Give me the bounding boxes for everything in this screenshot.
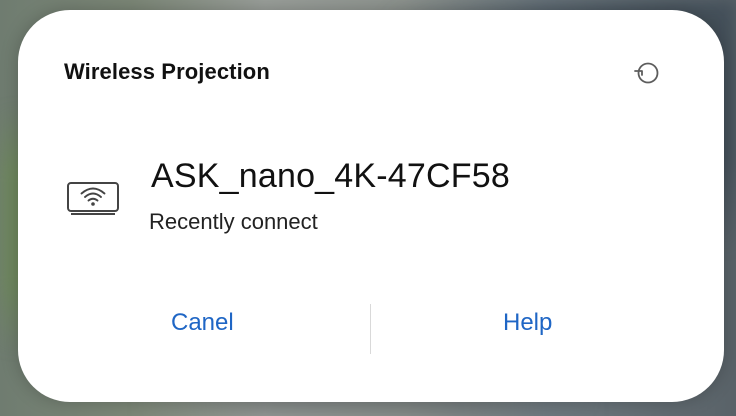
dialog-title: Wireless Projection [64,59,270,84]
dialog-actions: Canel Help [18,292,724,362]
help-button[interactable]: Help [503,309,552,337]
cast-wifi-icon [67,182,119,215]
refresh-icon[interactable] [628,58,662,88]
wireless-projection-dialog: Wireless Projection ASK_nano_4K-47CF58 R… [18,10,724,402]
actions-divider [370,304,371,354]
device-name: ASK_nano_4K-47CF58 [151,157,510,195]
device-list-item[interactable]: ASK_nano_4K-47CF58 Recently connect [65,157,585,250]
device-status: Recently connect [149,209,318,234]
cancel-button[interactable]: Canel [171,309,234,337]
